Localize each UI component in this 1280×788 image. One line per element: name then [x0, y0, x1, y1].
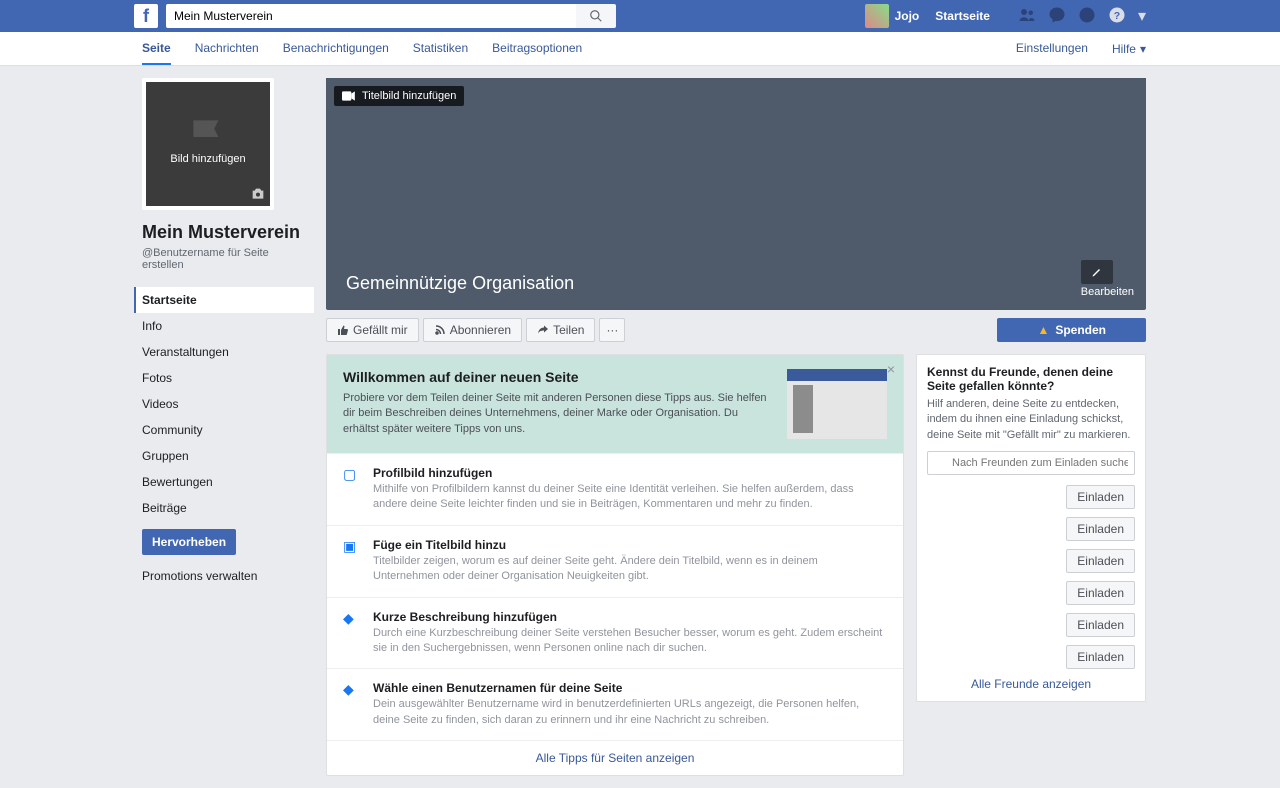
help-dropdown[interactable]: Hilfe ▾: [1112, 42, 1146, 56]
invite-subtitle: Hilf anderen, deine Seite zu entdecken, …: [927, 397, 1135, 443]
subscribe-button[interactable]: Abonnieren: [423, 318, 522, 342]
profile-picture-placeholder[interactable]: Bild hinzufügen: [142, 78, 274, 210]
invite-button[interactable]: Einladen: [1066, 485, 1135, 509]
tab-messages[interactable]: Nachrichten: [195, 32, 259, 65]
sidenav-item-posts[interactable]: Beiträge: [134, 495, 314, 521]
tip-title: Wähle einen Benutzernamen für deine Seit…: [373, 681, 887, 695]
tip-body: Dein ausgewählter Benutzername wird in b…: [373, 697, 887, 728]
chevron-down-icon: ▾: [1140, 42, 1146, 56]
invite-friends-panel: Kennst du Freunde, denen deine Seite gef…: [916, 354, 1146, 702]
tip-body: Durch eine Kurzbeschreibung deiner Seite…: [373, 626, 887, 657]
tip-title: Füge ein Titelbild hinzu: [373, 538, 887, 552]
settings-link[interactable]: Einstellungen: [1016, 32, 1088, 65]
welcome-title: Willkommen auf deiner neuen Seite: [343, 369, 775, 385]
profile-link[interactable]: Jojo: [865, 4, 920, 28]
notifications-icon[interactable]: [1078, 6, 1096, 26]
side-navigation: Startseite Info Veranstaltungen Fotos Vi…: [134, 287, 314, 521]
tip-item[interactable]: ▢ Profilbild hinzufügen Mithilfe von Profi…: [327, 453, 903, 525]
sidenav-item-events[interactable]: Veranstaltungen: [134, 339, 314, 365]
invite-row: Einladen: [927, 613, 1135, 637]
tip-icon: ◆: [343, 610, 361, 628]
invite-row: Einladen: [927, 485, 1135, 509]
welcome-illustration: [787, 369, 887, 439]
tip-title: Kurze Beschreibung hinzufügen: [373, 610, 887, 624]
cover-photo: Titelbild hinzufügen Gemeinnützige Organ…: [326, 78, 1146, 310]
page-subnav: Seite Nachrichten Benachrichtigungen Sta…: [0, 32, 1280, 66]
share-button[interactable]: Teilen: [526, 318, 595, 342]
messenger-icon[interactable]: [1048, 6, 1066, 26]
invite-button[interactable]: Einladen: [1066, 645, 1135, 669]
friend-requests-icon[interactable]: [1018, 6, 1036, 26]
tab-page[interactable]: Seite: [142, 32, 171, 65]
thumbs-up-icon: [337, 324, 349, 336]
invite-title: Kennst du Freunde, denen deine Seite gef…: [927, 365, 1135, 393]
donate-button[interactable]: ▲ Spenden: [997, 318, 1146, 342]
sidenav-item-home[interactable]: Startseite: [134, 287, 314, 313]
account-menu-icon[interactable]: ▾: [1138, 6, 1146, 26]
action-bar: Gefällt mir Abonnieren Teilen ··· ▲ Spen…: [326, 318, 1146, 342]
tip-item[interactable]: ◆ Kurze Beschreibung hinzufügen Durch eine…: [327, 597, 903, 669]
tip-item[interactable]: ◆ Wähle einen Benutzernamen für deine Sei…: [327, 668, 903, 740]
svg-text:?: ?: [1114, 10, 1120, 22]
share-icon: [537, 324, 549, 336]
avatar: [865, 4, 889, 28]
help-icon[interactable]: ?: [1108, 6, 1126, 26]
pencil-icon: [1091, 266, 1103, 278]
promote-button[interactable]: Hervorheben: [142, 529, 236, 555]
tip-body: Mithilfe von Profilbildern kannst du dei…: [373, 482, 887, 513]
search-icon: [589, 9, 603, 23]
more-actions-button[interactable]: ···: [599, 318, 625, 342]
like-button[interactable]: Gefällt mir: [326, 318, 419, 342]
facebook-logo[interactable]: f: [134, 4, 158, 28]
top-navbar: f Jojo Startseite ? ▾: [0, 0, 1280, 32]
tab-insights[interactable]: Statistiken: [413, 32, 468, 65]
home-link[interactable]: Startseite: [927, 9, 998, 23]
tip-icon: ▢: [343, 466, 361, 484]
tip-item[interactable]: ▣ Füge ein Titelbild hinzu Titelbilder zei…: [327, 525, 903, 597]
manage-promotions-link[interactable]: Promotions verwalten: [134, 563, 314, 589]
invite-row: Einladen: [927, 645, 1135, 669]
sidenav-item-about[interactable]: Info: [134, 313, 314, 339]
sidenav-item-community[interactable]: Community: [134, 417, 314, 443]
video-camera-icon: [342, 91, 356, 101]
rss-icon: [434, 324, 446, 336]
search-input[interactable]: [166, 4, 576, 28]
invite-button[interactable]: Einladen: [1066, 581, 1135, 605]
invite-button[interactable]: Einladen: [1066, 549, 1135, 573]
user-name: Jojo: [895, 9, 920, 23]
add-cover-button[interactable]: Titelbild hinzufügen: [334, 86, 464, 106]
invite-row: Einladen: [927, 549, 1135, 573]
welcome-panel: Willkommen auf deiner neuen Seite Probie…: [326, 354, 904, 776]
tab-notifications[interactable]: Benachrichtigungen: [283, 32, 389, 65]
invite-row: Einladen: [927, 517, 1135, 541]
page-title: Mein Musterverein: [134, 218, 314, 247]
close-icon[interactable]: ×: [887, 361, 895, 377]
tab-publishing[interactable]: Beitragsoptionen: [492, 32, 582, 65]
invite-row: Einladen: [927, 581, 1135, 605]
search-button[interactable]: [576, 4, 616, 28]
page-category: Gemeinnützige Organisation: [346, 273, 574, 294]
create-username-link[interactable]: @Benutzername für Seite erstellen: [134, 247, 314, 279]
tip-icon: ◆: [343, 681, 361, 699]
flag-icon: [183, 112, 233, 162]
all-tips-link[interactable]: Alle Tipps für Seiten anzeigen: [536, 751, 695, 765]
tip-title: Profilbild hinzufügen: [373, 466, 887, 480]
invite-button[interactable]: Einladen: [1066, 517, 1135, 541]
warning-icon: ▲: [1037, 323, 1049, 337]
camera-icon: [250, 185, 266, 202]
sidenav-item-reviews[interactable]: Bewertungen: [134, 469, 314, 495]
sidenav-item-photos[interactable]: Fotos: [134, 365, 314, 391]
tip-icon: ▣: [343, 538, 361, 556]
friend-search-input[interactable]: [927, 451, 1135, 475]
welcome-body: Probiere vor dem Teilen deiner Seite mit…: [343, 391, 775, 437]
sidenav-item-videos[interactable]: Videos: [134, 391, 314, 417]
ellipsis-icon: ···: [606, 323, 618, 337]
edit-cover-button[interactable]: Bearbeiten: [1081, 260, 1134, 298]
invite-button[interactable]: Einladen: [1066, 613, 1135, 637]
sidenav-item-groups[interactable]: Gruppen: [134, 443, 314, 469]
all-friends-link[interactable]: Alle Freunde anzeigen: [971, 677, 1091, 691]
tip-body: Titelbilder zeigen, worum es auf deiner …: [373, 554, 887, 585]
